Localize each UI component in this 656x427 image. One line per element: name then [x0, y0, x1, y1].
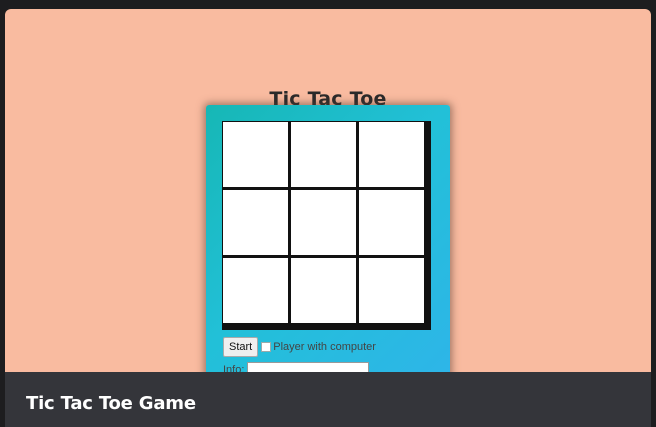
game-panel: Start Player with computer Info: — [206, 105, 450, 405]
computer-checkbox-label[interactable]: Player with computer — [273, 341, 376, 353]
board-cell-5[interactable] — [291, 190, 356, 255]
start-button[interactable]: Start — [223, 337, 259, 357]
board-cell-6[interactable] — [359, 190, 424, 255]
controls-row: Start Player with computer — [223, 337, 376, 357]
caption-bar: Tic Tac Toe Game — [5, 372, 651, 427]
board-cell-1[interactable] — [223, 122, 288, 187]
board-cell-9[interactable] — [359, 258, 424, 323]
board-cell-8[interactable] — [291, 258, 356, 323]
board-cell-7[interactable] — [223, 258, 288, 323]
board-cell-2[interactable] — [291, 122, 356, 187]
board-cell-4[interactable] — [223, 190, 288, 255]
computer-checkbox[interactable] — [261, 342, 272, 352]
preview-card: Tic Tac Toe Start Player with computer I… — [5, 9, 651, 427]
board-cell-3[interactable] — [359, 122, 424, 187]
caption-title: Tic Tac Toe Game — [26, 393, 196, 414]
game-board — [223, 122, 430, 329]
